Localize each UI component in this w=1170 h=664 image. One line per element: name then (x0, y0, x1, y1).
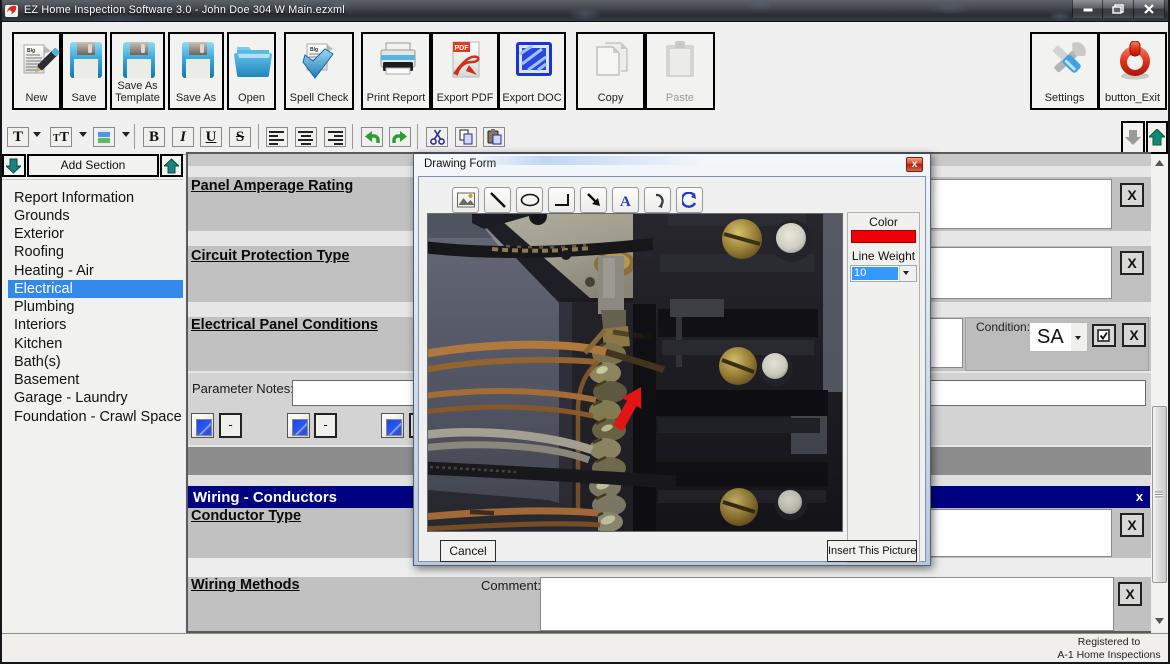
svg-text:Blg: Blg (310, 47, 318, 53)
svg-text:PDF: PDF (455, 45, 470, 52)
svg-text:Blg: Blg (27, 48, 35, 54)
svg-text:A: A (620, 194, 631, 208)
